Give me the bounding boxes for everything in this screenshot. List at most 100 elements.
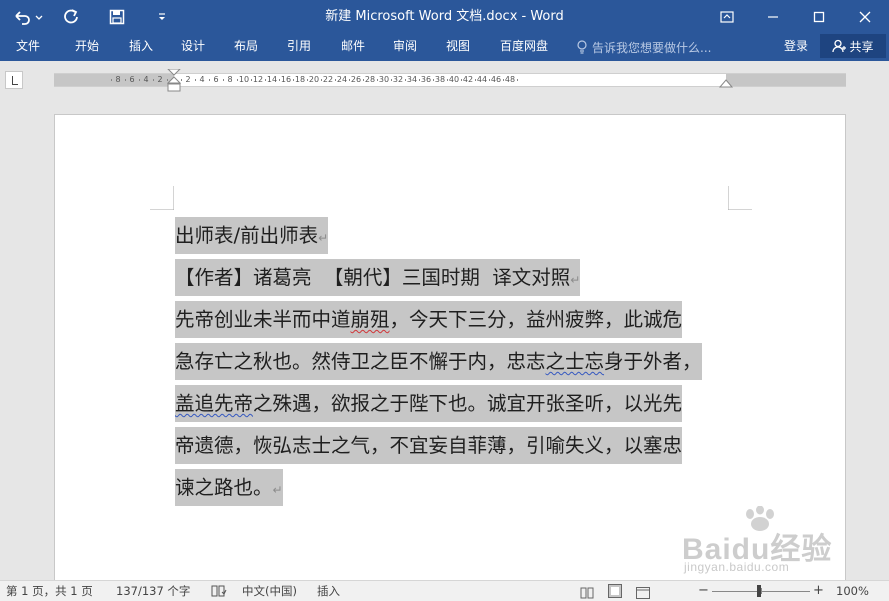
- tab-design[interactable]: 设计: [181, 33, 205, 61]
- doc-line-4[interactable]: 急存亡之秋也。然侍卫之臣不懈于内，忠志之士忘身于外者，: [175, 343, 702, 380]
- ruler-label: 6: [129, 75, 135, 84]
- ruler-tick: [223, 79, 224, 81]
- ruler-label: 2: [185, 75, 191, 84]
- tab-view[interactable]: 视图: [446, 33, 470, 61]
- redo-button[interactable]: [58, 0, 84, 33]
- ruler-label: 16: [280, 75, 292, 84]
- maximize-icon: [813, 11, 825, 22]
- read-mode-button[interactable]: [580, 585, 594, 599]
- ruler-tick: [237, 79, 238, 81]
- zoom-out-button[interactable]: −: [698, 581, 709, 601]
- sign-in-link[interactable]: 登录: [784, 33, 808, 61]
- proofing-icon[interactable]: [211, 584, 227, 598]
- tab-layout[interactable]: 布局: [234, 33, 258, 61]
- ruler-label: 4: [143, 75, 149, 84]
- paragraph-mark: ↵: [272, 483, 283, 497]
- tab-stop-selector[interactable]: [5, 71, 23, 89]
- print-layout-button[interactable]: [608, 584, 622, 599]
- ruler-tick: [307, 79, 308, 81]
- ruler-tick: [293, 79, 294, 81]
- ruler-label: 10: [238, 75, 250, 84]
- ruler-label: 14: [266, 75, 278, 84]
- web-layout-button[interactable]: [636, 585, 650, 599]
- close-icon: [859, 11, 871, 22]
- doc-line-7[interactable]: 谏之路也。↵: [175, 469, 283, 506]
- ruler-tick: [503, 79, 504, 81]
- doc-line-2[interactable]: 【作者】诸葛亮 【朝代】三国时期 译文对照↵: [175, 259, 581, 296]
- ruler-label: 48: [504, 75, 516, 84]
- minimize-button[interactable]: [750, 0, 796, 33]
- doc-line-text: 先帝创业未半而中道: [175, 308, 351, 331]
- tab-references[interactable]: 引用: [287, 33, 311, 61]
- ruler-tick: [405, 79, 406, 81]
- ruler-tick: [195, 79, 196, 81]
- close-button[interactable]: [842, 0, 888, 33]
- maximize-button[interactable]: [796, 0, 842, 33]
- paragraph-mark: ↵: [318, 231, 329, 245]
- ruler-label: 18: [294, 75, 306, 84]
- doc-line-3[interactable]: 先帝创业未半而中道崩殂，今天下三分，益州疲弊，此诚危: [175, 301, 683, 338]
- tab-baidu-netdisk[interactable]: 百度网盘: [500, 33, 548, 61]
- ruler-tick: [335, 79, 336, 81]
- ruler-tick: [517, 79, 518, 81]
- ruler-tick: [111, 79, 112, 81]
- ruler-label: 22: [322, 75, 334, 84]
- ruler-tick: [209, 79, 210, 81]
- ruler-label: 20: [308, 75, 320, 84]
- tell-me-search[interactable]: 告诉我您想要做什么...: [576, 33, 711, 61]
- undo-icon: [15, 10, 43, 25]
- doc-line-6[interactable]: 帝遗德，恢弘志士之气，不宜妄自菲薄，引喻失义，以塞忠: [175, 427, 683, 464]
- zoom-level[interactable]: 100%: [836, 581, 869, 601]
- minimize-icon: [768, 15, 778, 18]
- language-indicator[interactable]: 中文(中国): [242, 581, 297, 601]
- horizontal-ruler[interactable]: 8 6 4 2 2 4 6 8 10 12 14 16 18 20 22 24 26 28 30 32 34 36 38 40…: [54, 69, 846, 92]
- ruler-tick: [461, 79, 462, 81]
- ruler-tick: [489, 79, 490, 81]
- tab-review[interactable]: 审阅: [393, 33, 417, 61]
- zoom-slider-thumb[interactable]: [757, 585, 761, 597]
- ruler-label: 34: [406, 75, 418, 84]
- ruler-tick: [391, 79, 392, 81]
- ruler-tick: [153, 79, 154, 81]
- save-icon: [109, 9, 125, 24]
- grammar-suggestion[interactable]: 之士忘: [546, 350, 605, 373]
- ruler-label: 28: [364, 75, 376, 84]
- ruler-tick: [139, 79, 140, 81]
- zoom-in-button[interactable]: +: [813, 581, 824, 601]
- doc-line-5[interactable]: 盖追先帝之殊遇，欲报之于陛下也。诚宜开张圣听，以光先: [175, 385, 683, 422]
- ruler-tick: [433, 79, 434, 81]
- ruler-label: 6: [213, 75, 219, 84]
- person-icon: [832, 39, 847, 53]
- tab-mailings[interactable]: 邮件: [341, 33, 365, 61]
- undo-button[interactable]: [10, 0, 46, 33]
- ruler-label: 32: [392, 75, 404, 84]
- tab-insert[interactable]: 插入: [129, 33, 153, 61]
- ruler-label: 36: [420, 75, 432, 84]
- indent-marker[interactable]: [167, 69, 181, 93]
- right-indent-marker[interactable]: [719, 79, 733, 89]
- ruler-label: 2: [157, 75, 163, 84]
- save-button[interactable]: [104, 0, 130, 33]
- ruler-tick: [279, 79, 280, 81]
- customize-icon: [159, 12, 165, 20]
- ruler-label: 26: [350, 75, 362, 84]
- insert-mode[interactable]: 插入: [317, 581, 340, 601]
- tab-home[interactable]: 开始: [75, 33, 99, 61]
- doc-line-text: 出师表/前出师表: [175, 224, 319, 247]
- baidu-watermark: Baidu经验 jingyan.baidu.com: [680, 506, 845, 578]
- spelling-error[interactable]: 崩殂: [351, 308, 390, 331]
- doc-line-1[interactable]: 出师表/前出师表↵: [175, 217, 329, 254]
- grammar-suggestion[interactable]: 盖追先帝: [175, 392, 253, 415]
- share-button[interactable]: 共享: [820, 34, 886, 58]
- ruler-label: 46: [490, 75, 502, 84]
- word-count[interactable]: 137/137 个字: [116, 581, 190, 601]
- ruler-right-margin: [726, 74, 846, 86]
- ruler-label: 42: [462, 75, 474, 84]
- zoom-slider-center-tick: [761, 588, 762, 594]
- customize-quick-access-button[interactable]: [152, 0, 172, 33]
- tab-file[interactable]: 文件: [16, 33, 40, 61]
- lightbulb-icon: [577, 40, 587, 54]
- ruler-tick: [181, 79, 182, 81]
- page-count[interactable]: 第 1 页，共 1 页: [6, 581, 93, 601]
- ribbon-display-options-button[interactable]: [704, 0, 750, 33]
